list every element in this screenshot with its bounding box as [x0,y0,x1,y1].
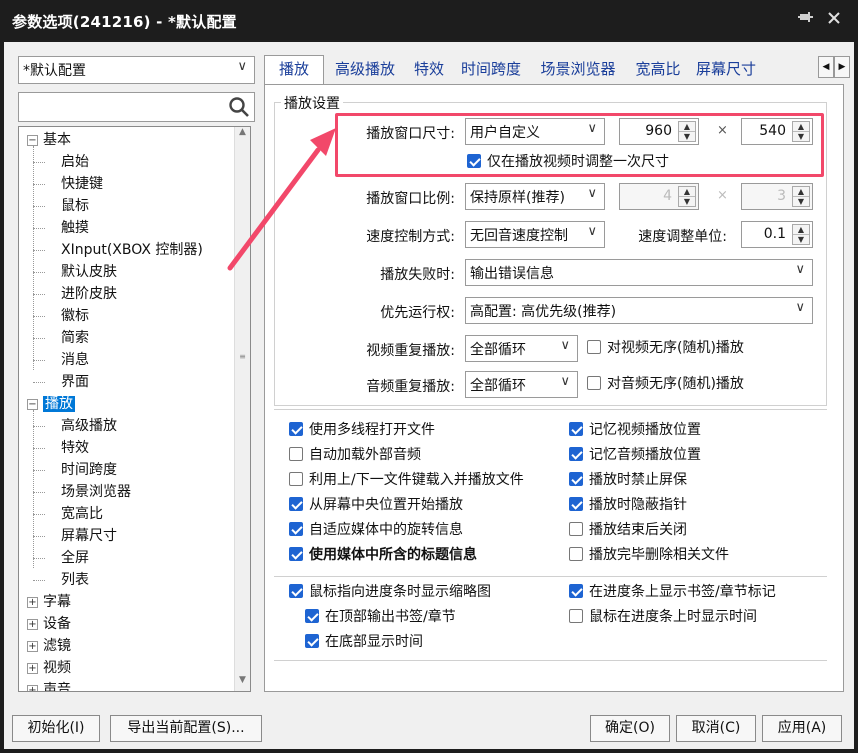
annotation-arrow [227,128,336,271]
